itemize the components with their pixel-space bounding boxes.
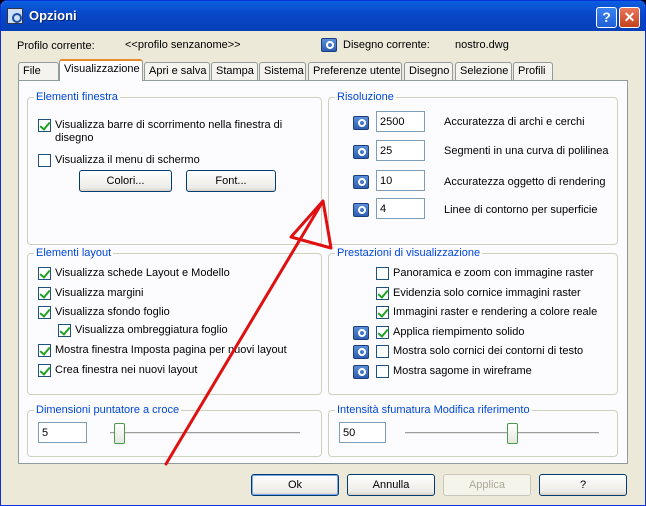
tab-visualizzazione[interactable]: Visualizzazione — [59, 59, 143, 81]
options-dialog: Opzioni ? ✕ Profilo corrente: <<profilo … — [0, 0, 646, 506]
